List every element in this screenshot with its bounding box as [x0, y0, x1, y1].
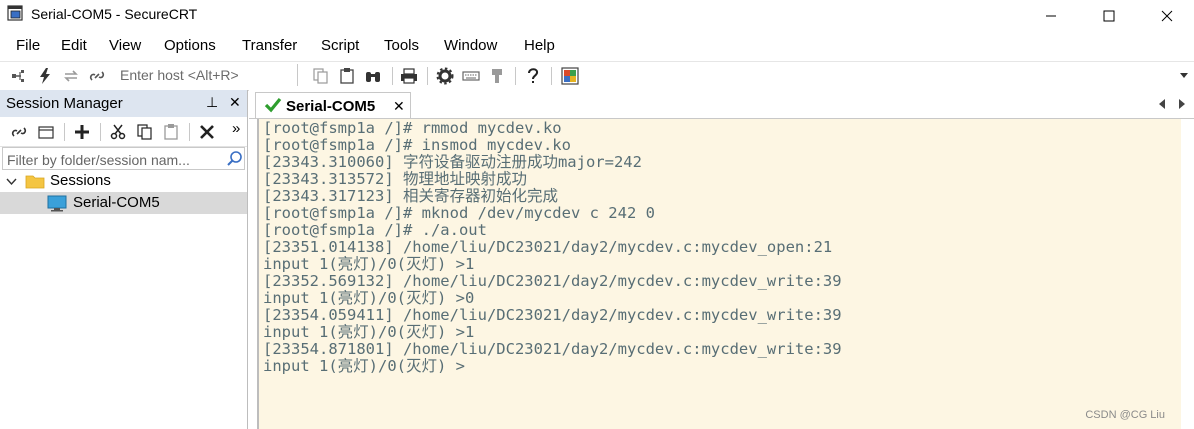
terminal-line: [23343.310060] 字符设备驱动注册成功major=242	[263, 153, 642, 171]
tab-scroll-left-icon[interactable]	[1157, 98, 1167, 110]
session-manager-toolbar: »	[0, 118, 247, 147]
enter-host-input[interactable]	[112, 64, 298, 86]
connect-icon[interactable]	[10, 67, 28, 85]
key-agent-icon[interactable]	[488, 67, 506, 85]
terminal-line: [23343.317123] 相关寄存器初始化完成	[263, 187, 558, 205]
terminal-line: [23352.569132] /home/liu/DC23021/day2/my…	[263, 272, 842, 290]
copy-icon[interactable]	[136, 123, 154, 141]
session-manager-panel: Session Manager ⊥ ✕ » Filter by folder/s…	[0, 90, 248, 429]
menu-help[interactable]: Help	[524, 37, 555, 54]
tab-label: Serial-COM5	[286, 98, 376, 115]
minimize-button[interactable]	[1022, 0, 1080, 31]
toolbar-separator	[515, 67, 516, 85]
terminal-output[interactable]: [root@fsmp1a /]# rmmod mycdev.ko [root@f…	[257, 119, 1181, 429]
menu-script[interactable]: Script	[321, 37, 359, 54]
more-options-icon[interactable]: »	[232, 120, 240, 137]
terminal-scrollbar[interactable]	[1181, 119, 1194, 429]
terminal-line: [root@fsmp1a /]# mknod /dev/mycdev c 242…	[263, 204, 655, 222]
session-options-icon[interactable]	[561, 67, 579, 85]
session-filter-box	[2, 147, 245, 170]
minimize-icon	[1046, 15, 1056, 16]
menu-file[interactable]: File	[16, 37, 40, 54]
session-filter-input[interactable]	[5, 149, 225, 170]
menu-edit[interactable]: Edit	[61, 37, 87, 54]
delete-x-icon[interactable]	[198, 123, 216, 141]
watermark-text: CSDN @CG Liu	[1085, 409, 1165, 421]
terminal-line: input 1(亮灯)/0(灭灯) >0	[263, 289, 475, 307]
title-bar: Serial-COM5 - SecureCRT	[0, 0, 1194, 31]
search-icon[interactable]	[226, 150, 243, 167]
print-icon[interactable]	[400, 67, 418, 85]
maximize-icon	[1103, 10, 1115, 21]
add-session-plus-icon[interactable]	[73, 123, 91, 141]
monitor-icon	[47, 195, 67, 212]
paste-icon[interactable]	[162, 123, 180, 141]
quick-connect-icon[interactable]	[36, 67, 54, 85]
window-title: Serial-COM5 - SecureCRT	[31, 6, 198, 22]
menu-window[interactable]: Window	[444, 37, 497, 54]
terminal-line: [23351.014138] /home/liu/DC23021/day2/my…	[263, 238, 833, 256]
toolbar-separator	[392, 67, 393, 85]
menu-bar: File Edit View Options Transfer Script T…	[0, 33, 1194, 59]
terminal-line: [root@fsmp1a /]# insmod mycdev.ko	[263, 136, 571, 154]
session-manager-header: Session Manager ⊥ ✕	[0, 90, 247, 117]
link-icon[interactable]	[10, 123, 28, 141]
tab-scroll-right-icon[interactable]	[1177, 98, 1187, 110]
disconnect-icon[interactable]	[88, 67, 106, 85]
close-icon	[1161, 10, 1173, 21]
toolbar-separator	[551, 67, 552, 85]
session-manager-title: Session Manager	[6, 95, 123, 112]
menu-view[interactable]: View	[109, 37, 141, 54]
toolbar-separator	[427, 67, 428, 85]
tab-close-icon[interactable]: ✕	[393, 98, 405, 115]
toolbar-separator	[189, 123, 190, 141]
terminal-line: [23343.313572] 物理地址映射成功	[263, 170, 527, 188]
menu-tools[interactable]: Tools	[384, 37, 419, 54]
terminal-line: [root@fsmp1a /]# ./a.out	[263, 221, 487, 239]
main-toolbar	[0, 61, 1194, 91]
connected-check-icon	[264, 97, 282, 113]
terminal-line: input 1(亮灯)/0(灭灯) >	[263, 357, 465, 375]
folder-icon	[25, 175, 45, 189]
tab-serial-com5[interactable]: Serial-COM5 ✕	[255, 92, 411, 118]
toolbar-overflow-chevron-down-icon[interactable]	[1178, 69, 1190, 81]
terminal-line: [root@fsmp1a /]# rmmod mycdev.ko	[263, 119, 562, 137]
tab-bar: Serial-COM5 ✕	[249, 90, 1194, 119]
menu-transfer[interactable]: Transfer	[242, 37, 297, 54]
menu-options[interactable]: Options	[164, 37, 216, 54]
copy-icon[interactable]	[312, 67, 330, 85]
maximize-button[interactable]	[1080, 0, 1138, 31]
cut-scissors-icon[interactable]	[109, 123, 127, 141]
tree-folder-label: Sessions	[50, 172, 111, 189]
terminal-line: [23354.871801] /home/liu/DC23021/day2/my…	[263, 340, 842, 358]
toolbar-separator	[64, 123, 65, 141]
chevron-down-icon[interactable]	[6, 176, 17, 187]
terminal-line: input 1(亮灯)/0(灭灯) >1	[263, 323, 475, 341]
securecrt-app-icon	[7, 5, 23, 21]
terminal-line: input 1(亮灯)/0(灭灯) >1	[263, 255, 475, 273]
find-icon[interactable]	[364, 67, 382, 85]
tree-folder-sessions[interactable]: Sessions	[0, 170, 247, 192]
terminal-line: [23354.059411] /home/liu/DC23021/day2/my…	[263, 306, 842, 324]
paste-icon[interactable]	[338, 67, 356, 85]
close-panel-icon[interactable]: ✕	[229, 94, 241, 111]
toolbar-separator	[100, 123, 101, 141]
pin-icon[interactable]: ⊥	[206, 94, 218, 111]
reconnect-icon[interactable]	[62, 67, 80, 85]
keymap-icon[interactable]	[462, 67, 480, 85]
tab-window-icon[interactable]	[37, 123, 55, 141]
help-question-icon[interactable]	[524, 67, 542, 85]
tree-session-label: Serial-COM5	[73, 194, 160, 211]
close-window-button[interactable]	[1138, 0, 1194, 31]
tree-session-serial-com5[interactable]: Serial-COM5	[0, 192, 247, 214]
settings-gear-icon[interactable]	[436, 67, 454, 85]
